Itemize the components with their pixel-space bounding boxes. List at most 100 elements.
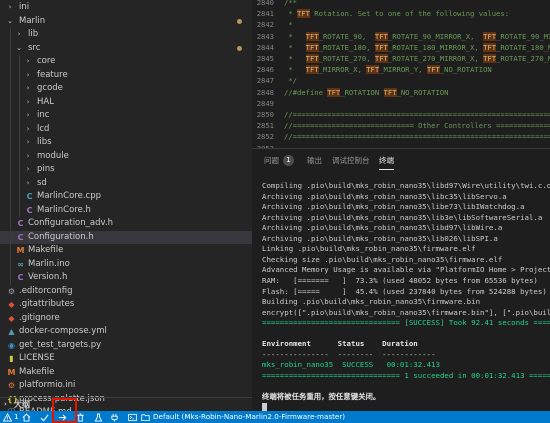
tree-folder[interactable]: › sd (0, 177, 252, 191)
tree-folder[interactable]: › inc (0, 109, 252, 123)
problems-status[interactable]: 1 (3, 411, 19, 423)
tree-folder[interactable]: › pins (0, 163, 252, 177)
tree-item-label: Makefile (28, 245, 64, 255)
highlight-annotation-box (52, 398, 77, 423)
line-number: 2852 (256, 132, 274, 142)
line-number: 2849 (256, 98, 274, 108)
code-line: 2844 * TFT_ROTATE_180, TFT_ROTATE_180_MI… (252, 42, 550, 53)
terminal-line: Advanced Memory Usage is available via "… (262, 265, 550, 275)
code-line: 2845 * TFT_ROTATE_270, TFT_ROTATE_270_MI… (252, 53, 550, 64)
search-match-highlight: TFT (374, 54, 388, 63)
plug-icon (111, 413, 118, 422)
terminal-line: mks_robin_nano35 SUCCESS 00:01:32.413 (262, 360, 440, 370)
tree-file[interactable]: ∞ Marlin.ino (0, 258, 252, 272)
license-icon: ▮ (9, 354, 14, 363)
chevron-right-icon: › (26, 57, 30, 65)
tree-file[interactable]: ◆ .gitattributes (0, 298, 252, 312)
tree-folder[interactable]: › lib (0, 28, 252, 42)
tree-file[interactable]: ⚙ .editorconfig (0, 285, 252, 299)
tab-problems[interactable]: 问题 (264, 156, 279, 166)
tree-item-label: src (28, 42, 41, 53)
search-match-highlight: TFT (305, 42, 319, 52)
terminal-line: Environment Status Duration (262, 339, 418, 349)
tree-file[interactable]: ▮ LICENSE (0, 352, 252, 366)
code-text: * TFT_ROTATE_90, TFT_ROTATE_90_MIRROR_X,… (284, 31, 550, 41)
tab-debug-console[interactable]: 调试控制台 (332, 156, 370, 166)
tree-item-label: .gitattributes (19, 299, 75, 309)
line-number: 2850 (256, 110, 274, 119)
code-line: 2850 //==================================… (252, 109, 550, 120)
code-line: 2847 */ (252, 75, 550, 86)
tree-item-label: Marlin.ino (28, 258, 70, 269)
outline-label: 大纲 (14, 400, 30, 409)
bottom-panel: 问题 1 输出 调试控制台 终端 Compiling .pio\build\mks_ro… (252, 148, 550, 411)
environment-label: Default (Mks-Robin-Nano-Marlin2.0-Firmwa… (153, 412, 346, 421)
tree-file[interactable]: M Makefile (0, 244, 252, 258)
search-match-highlight: TFT (374, 42, 388, 52)
tree-folder[interactable]: ⌄ src (0, 42, 252, 56)
tree-folder[interactable]: › ini (0, 1, 252, 15)
chevron-right-icon: › (26, 70, 30, 79)
tab-terminal[interactable]: 终端 (379, 156, 394, 170)
tree-file[interactable]: ▲ docker-compose.yml (0, 325, 252, 339)
code-text: //======================================… (284, 132, 550, 142)
terminal-line: =============================== 1 succee… (262, 370, 550, 380)
tree-folder[interactable]: › gcode (0, 82, 252, 96)
search-match-highlight: TFT (483, 54, 497, 63)
tree-file[interactable]: C Version.h (0, 271, 252, 285)
tree-folder[interactable]: › feature (0, 69, 252, 83)
chevron-down-icon: ⌄ (16, 43, 22, 52)
line-number: 2847 (256, 76, 274, 86)
terminal-button[interactable] (128, 411, 137, 423)
tree-file[interactable]: C Configuration_adv.h (0, 217, 252, 231)
code-text: /** (284, 0, 297, 7)
panel-tabs: 问题 1 输出 调试控制台 终端 (252, 149, 550, 173)
makefile-icon: M (7, 367, 16, 377)
line-number: 2841 (256, 9, 274, 19)
build-button[interactable] (40, 411, 49, 423)
c-header-file-icon: C (17, 273, 24, 282)
tree-file[interactable]: M Makefile (0, 366, 252, 380)
error-count: 1 (14, 412, 19, 421)
terminal-line: Archiving .pio\build\mks_robin_nano35\li… (262, 191, 507, 201)
terminal-line: --------------- -------- ------------ (262, 349, 436, 359)
tree-item-label: feature (37, 69, 68, 80)
terminal-line: Building .pio\build\mks_robin_nano35\fir… (262, 297, 481, 307)
tree-file[interactable]: ◉ get_test_targets.py (0, 339, 252, 353)
tree-file[interactable]: C Configuration.h (0, 230, 252, 244)
test-button[interactable] (94, 411, 103, 423)
project-environment-switcher[interactable]: Default (Mks-Robin-Nano-Marlin2.0-Firmwa… (141, 411, 345, 423)
docker-icon: ▲ (8, 327, 15, 336)
clean-button[interactable] (76, 411, 85, 423)
tree-folder[interactable]: › HAL (0, 96, 252, 110)
code-text: //#define TFT_ROTATION TFT_NO_ROTATION (284, 87, 449, 97)
tree-file[interactable]: C MarlinCore.cpp (0, 190, 252, 204)
tab-output[interactable]: 输出 (307, 156, 322, 166)
code-editor[interactable]: 2840/** 2841 * TFT Rotation. Set to one o… (252, 0, 550, 148)
tree-item-label: lib (28, 29, 39, 39)
terminal-line: Compiling .pio\build\mks_robin_nano35\li… (262, 181, 550, 190)
line-number: 2851 (256, 121, 274, 131)
tree-item-label: Configuration_adv.h (28, 218, 113, 228)
git-icon: ◆ (8, 300, 15, 309)
tree-folder[interactable]: › libs (0, 136, 252, 150)
tree-folder[interactable]: › core (0, 55, 252, 69)
c-header-file-icon: C (17, 219, 24, 228)
tree-file[interactable]: ⚙ platformio.ini (0, 379, 252, 393)
tree-folder[interactable]: › module (0, 150, 252, 164)
cpp-file-icon: C (26, 192, 33, 201)
tree-folder[interactable]: ⌄ Marlin (0, 15, 252, 29)
terminal-line: Flash: [===== ] 45.4% (used 237840 bytes… (262, 286, 547, 296)
chevron-right-icon: › (17, 30, 21, 38)
home-button[interactable] (22, 411, 31, 423)
chevron-right-icon: › (26, 178, 30, 187)
outline-section-header[interactable]: › 大纲 (0, 397, 252, 411)
line-number: 2848 (256, 87, 274, 97)
settings-file-icon: ⚙ (7, 381, 16, 390)
serial-monitor-button[interactable] (110, 411, 119, 423)
tree-file[interactable]: ◆ .gitignore (0, 312, 252, 326)
tree-folder[interactable]: › lcd (0, 123, 252, 137)
code-line: 2852 //==================================… (252, 131, 550, 142)
tree-file[interactable]: C MarlinCore.h (0, 204, 252, 218)
tree-item-label: ini (19, 2, 30, 12)
